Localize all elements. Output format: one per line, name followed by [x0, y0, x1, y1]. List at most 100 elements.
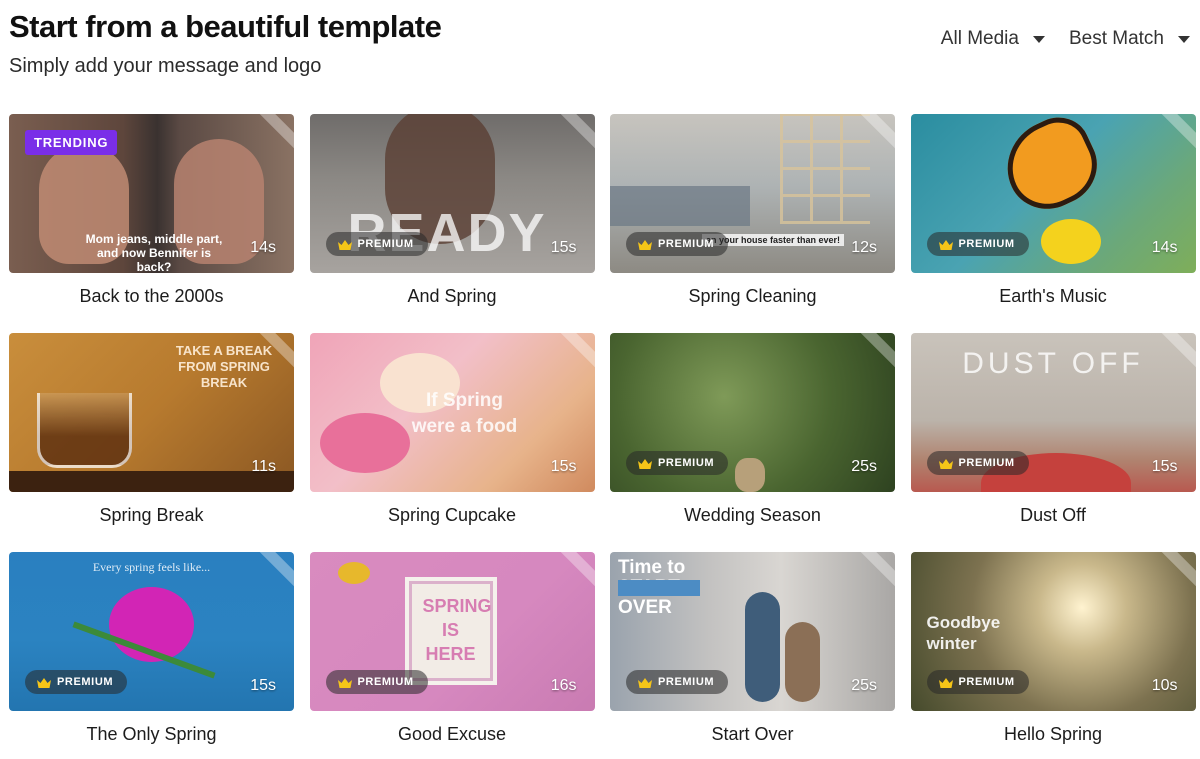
template-duration: 10s	[1151, 677, 1178, 694]
template-title: Back to the 2000s	[79, 286, 224, 306]
preview-ribbon	[550, 552, 595, 593]
template-title: Good Excuse	[397, 724, 507, 744]
premium-label: PREMIUM	[958, 238, 1015, 250]
template-grid: TRENDING Mom jeans, middle part, and now…	[9, 114, 1196, 759]
trending-badge: TRENDING	[25, 130, 118, 155]
filters: All Media Best Match	[941, 26, 1190, 52]
template-thumbnail[interactable]: TRENDING Mom jeans, middle part, and now…	[9, 114, 294, 273]
template-card[interactable]: SPRING IS HERE PREMIUM 16s Good Excuse	[309, 552, 595, 759]
template-duration: 14s	[1151, 239, 1178, 256]
template-title: And Spring	[407, 286, 497, 306]
premium-label: PREMIUM	[357, 676, 414, 688]
premium-badge: PREMIUM	[626, 670, 729, 694]
template-overlay-text: Goodbye winter	[926, 613, 1001, 653]
template-title: Spring Cleaning	[688, 286, 817, 306]
template-duration: 15s	[550, 458, 577, 475]
template-card[interactable]: TRENDING Mom jeans, middle part, and now…	[9, 114, 294, 333]
template-thumbnail[interactable]: Goodbye winter PREMIUM 10s	[910, 552, 1196, 711]
crown-icon	[638, 677, 652, 688]
template-overlay-text: TAKE A BREAK FROM SPRING BREAK	[175, 343, 273, 390]
preview-ribbon	[1151, 552, 1196, 593]
caret-down-icon	[1032, 35, 1045, 43]
premium-label: PREMIUM	[958, 457, 1015, 469]
header: Start from a beautiful template Simply a…	[9, 8, 442, 79]
template-title: Earth's Music	[999, 286, 1107, 306]
page-subtitle: Simply add your message and logo	[9, 55, 322, 77]
template-overlay-text: Every spring feels like...	[92, 560, 211, 574]
template-card[interactable]: DUST OFF PREMIUM 15s Dust Off	[910, 333, 1196, 552]
media-filter-label: All Media	[940, 28, 1019, 49]
preview-ribbon	[851, 552, 895, 593]
premium-label: PREMIUM	[658, 457, 715, 469]
crown-icon	[337, 239, 352, 250]
template-card[interactable]: an your house faster than ever! PREMIUM …	[610, 114, 895, 333]
template-card[interactable]: Time to START OVER PREMIUM 25s Start Ove…	[610, 552, 895, 759]
template-thumbnail[interactable]: SPRING IS HERE PREMIUM 16s	[309, 552, 595, 711]
template-thumbnail[interactable]: TAKE A BREAK FROM SPRING BREAK 11s	[9, 333, 294, 492]
template-thumbnail[interactable]: DUST OFF PREMIUM 15s	[910, 333, 1196, 492]
crown-icon	[638, 458, 652, 469]
media-filter-dropdown[interactable]: All Media	[941, 26, 1045, 52]
premium-badge: PREMIUM	[25, 670, 128, 694]
template-card[interactable]: Goodbye winter PREMIUM 10s Hello Spring	[910, 552, 1196, 759]
template-card[interactable]: If Spring were a food 15s Spring Cupcake	[309, 333, 595, 552]
template-duration: 15s	[1151, 458, 1178, 475]
template-overlay-text: DUST OFF	[962, 347, 1144, 380]
template-thumbnail[interactable]: PREMIUM 25s	[610, 333, 895, 492]
crown-icon	[938, 677, 953, 688]
premium-badge: PREMIUM	[926, 232, 1029, 256]
template-duration: 14s	[250, 239, 276, 256]
template-title: Spring Cupcake	[387, 505, 517, 525]
preview-ribbon	[550, 333, 595, 374]
template-title: Dust Off	[1020, 505, 1086, 525]
premium-label: PREMIUM	[357, 238, 414, 250]
template-duration: 25s	[851, 677, 877, 694]
template-duration: 15s	[250, 677, 276, 694]
template-duration: 11s	[251, 458, 276, 475]
crown-icon	[938, 239, 953, 250]
template-card[interactable]: Every spring feels like... PREMIUM 15s T…	[9, 552, 294, 759]
premium-badge: PREMIUM	[926, 451, 1029, 475]
template-duration: 15s	[550, 239, 577, 256]
sort-dropdown[interactable]: Best Match	[1069, 26, 1190, 52]
premium-badge: PREMIUM	[325, 670, 428, 694]
template-overlay-text: If Spring were a food	[411, 390, 518, 437]
premium-label: PREMIUM	[958, 676, 1015, 688]
template-title: Hello Spring	[1003, 724, 1103, 744]
template-thumbnail[interactable]: If Spring were a food 15s	[309, 333, 595, 492]
crown-icon	[638, 239, 652, 250]
template-card[interactable]: TAKE A BREAK FROM SPRING BREAK 11s Sprin…	[9, 333, 294, 552]
crown-icon	[938, 458, 953, 469]
template-overlay-text: Mom jeans, middle part, and now Bennifer…	[85, 232, 223, 273]
premium-badge: PREMIUM	[325, 232, 428, 256]
template-thumbnail[interactable]: Every spring feels like... PREMIUM 15s	[9, 552, 294, 711]
template-title: The Only Spring	[86, 724, 217, 744]
crown-icon	[37, 677, 51, 688]
template-thumbnail[interactable]: READY PREMIUM 15s	[309, 114, 595, 273]
preview-ribbon	[550, 114, 595, 155]
preview-ribbon	[250, 114, 294, 155]
premium-label: PREMIUM	[658, 238, 715, 250]
template-duration: 16s	[550, 677, 577, 694]
template-overlay-text: SPRING IS HERE	[422, 596, 492, 664]
premium-label: PREMIUM	[57, 676, 114, 688]
preview-ribbon	[1151, 114, 1196, 155]
premium-badge: PREMIUM	[926, 670, 1029, 694]
template-title: Wedding Season	[684, 505, 821, 525]
template-thumbnail[interactable]: an your house faster than ever! PREMIUM …	[610, 114, 895, 273]
template-thumbnail[interactable]: Time to START OVER PREMIUM 25s	[610, 552, 895, 711]
template-card[interactable]: PREMIUM 14s Earth's Music	[910, 114, 1196, 333]
sort-label: Best Match	[1068, 28, 1164, 49]
caret-down-icon	[1178, 35, 1190, 43]
preview-ribbon	[851, 333, 895, 374]
template-card[interactable]: PREMIUM 25s Wedding Season	[610, 333, 895, 552]
premium-badge: PREMIUM	[626, 232, 729, 256]
crown-icon	[337, 677, 352, 688]
template-duration: 25s	[851, 458, 877, 475]
template-title: Spring Break	[99, 505, 204, 525]
page-title: Start from a beautiful template	[9, 9, 442, 44]
template-card[interactable]: READY PREMIUM 15s And Spring	[309, 114, 595, 333]
premium-badge: PREMIUM	[626, 451, 729, 475]
template-thumbnail[interactable]: PREMIUM 14s	[910, 114, 1196, 273]
template-title: Start Over	[711, 724, 794, 744]
